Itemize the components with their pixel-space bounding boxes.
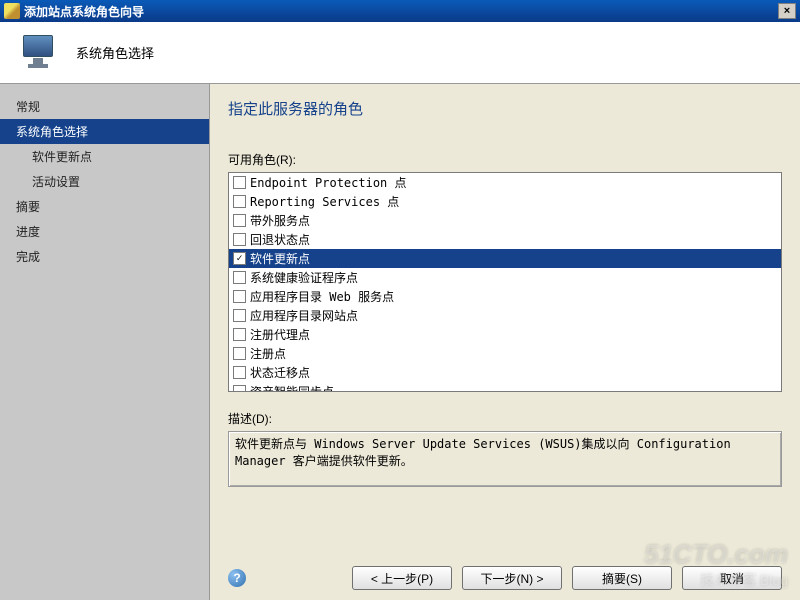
next-button[interactable]: 下一步(N) >	[462, 566, 562, 590]
roles-listbox[interactable]: Endpoint Protection 点 Reporting Services …	[228, 172, 782, 392]
summary-button[interactable]: 摘要(S)	[572, 566, 672, 590]
role-label: 软件更新点	[250, 250, 310, 267]
roles-label: 可用角色(R):	[228, 151, 782, 168]
window-title: 添加站点系统角色向导	[24, 3, 144, 20]
nav-item[interactable]: 完成	[0, 244, 209, 269]
role-checkbox[interactable]	[233, 347, 246, 360]
role-item[interactable]: 应用程序目录 Web 服务点	[229, 287, 781, 306]
titlebar: 添加站点系统角色向导 ×	[0, 0, 800, 22]
header-title: 系统角色选择	[76, 43, 154, 62]
nav-sidebar: 常规系统角色选择软件更新点活动设置摘要进度完成	[0, 84, 210, 600]
description-label: 描述(D):	[228, 410, 782, 427]
role-checkbox[interactable]	[233, 290, 246, 303]
role-item[interactable]: 注册点	[229, 344, 781, 363]
role-checkbox[interactable]	[233, 176, 246, 189]
role-checkbox[interactable]	[233, 233, 246, 246]
role-label: 资产智能同步点	[250, 383, 334, 392]
button-bar: ? < 上一步(P) 下一步(N) > 摘要(S) 取消	[228, 566, 782, 590]
close-icon: ×	[784, 5, 790, 17]
main-panel: 指定此服务器的角色 可用角色(R): Endpoint Protection 点…	[210, 84, 800, 600]
role-label: 应用程序目录 Web 服务点	[250, 288, 394, 305]
role-label: 回退状态点	[250, 231, 310, 248]
role-checkbox[interactable]	[233, 271, 246, 284]
header-banner: 系统角色选择	[0, 22, 800, 84]
role-item[interactable]: 注册代理点	[229, 325, 781, 344]
role-checkbox[interactable]	[233, 214, 246, 227]
nav-item[interactable]: 软件更新点	[0, 144, 209, 169]
role-item[interactable]: ✓ 软件更新点	[229, 249, 781, 268]
nav-item[interactable]: 活动设置	[0, 169, 209, 194]
role-item[interactable]: 资产智能同步点	[229, 382, 781, 392]
nav-item[interactable]: 摘要	[0, 194, 209, 219]
role-item[interactable]: Reporting Services 点	[229, 192, 781, 211]
close-button[interactable]: ×	[778, 3, 796, 19]
nav-item[interactable]: 系统角色选择	[0, 119, 209, 144]
role-checkbox[interactable]	[233, 328, 246, 341]
help-button[interactable]: ?	[228, 569, 246, 587]
role-checkbox[interactable]	[233, 385, 246, 392]
role-label: 系统健康验证程序点	[250, 269, 358, 286]
role-item[interactable]: 回退状态点	[229, 230, 781, 249]
role-item[interactable]: 状态迁移点	[229, 363, 781, 382]
role-checkbox[interactable]	[233, 309, 246, 322]
role-item[interactable]: 应用程序目录网站点	[229, 306, 781, 325]
description-textbox[interactable]: 软件更新点与 Windows Server Update Services (W…	[228, 431, 782, 487]
role-item[interactable]: 带外服务点	[229, 211, 781, 230]
role-label: Endpoint Protection 点	[250, 174, 407, 191]
role-checkbox[interactable]	[233, 195, 246, 208]
nav-item[interactable]: 常规	[0, 94, 209, 119]
role-label: 状态迁移点	[250, 364, 310, 381]
cancel-button[interactable]: 取消	[682, 566, 782, 590]
role-item[interactable]: 系统健康验证程序点	[229, 268, 781, 287]
previous-button[interactable]: < 上一步(P)	[352, 566, 452, 590]
computer-icon	[18, 33, 58, 73]
role-checkbox[interactable]: ✓	[233, 252, 246, 265]
role-label: Reporting Services 点	[250, 193, 399, 210]
role-label: 注册代理点	[250, 326, 310, 343]
wizard-icon	[4, 3, 20, 19]
role-label: 带外服务点	[250, 212, 310, 229]
role-item[interactable]: Endpoint Protection 点	[229, 173, 781, 192]
help-icon: ?	[233, 571, 240, 585]
role-checkbox[interactable]	[233, 366, 246, 379]
page-heading: 指定此服务器的角色	[228, 98, 782, 119]
role-label: 应用程序目录网站点	[250, 307, 358, 324]
nav-item[interactable]: 进度	[0, 219, 209, 244]
role-label: 注册点	[250, 345, 286, 362]
